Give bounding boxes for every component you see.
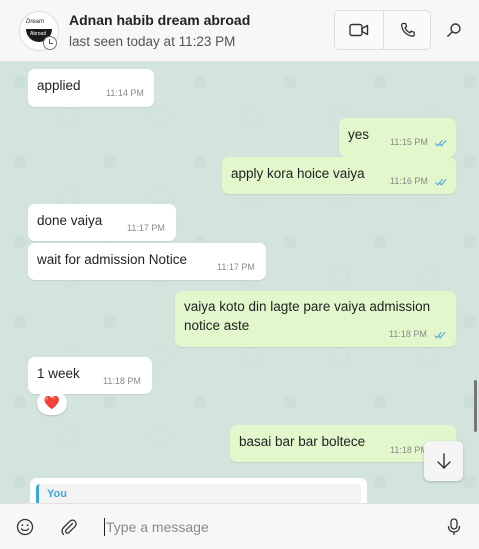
message-bubble-incoming[interactable]: wait for admission Notice 11:17 PM bbox=[28, 243, 266, 280]
avatar-logo-text: Dream bbox=[26, 19, 45, 25]
message-time: 11:17 PM bbox=[217, 262, 255, 272]
message-text: basai bar bar boltece bbox=[239, 434, 366, 449]
message-text: wait for admission Notice bbox=[37, 252, 188, 267]
message-time: 11:14 PM bbox=[106, 88, 144, 98]
search-button[interactable] bbox=[440, 16, 468, 44]
emoji-icon bbox=[16, 518, 34, 536]
message-text: apply kora hoice vaiya bbox=[231, 166, 365, 181]
voice-message-button[interactable] bbox=[441, 514, 467, 540]
message-text: applied bbox=[37, 78, 81, 93]
message-list[interactable]: applied 11:14 PM yes 11:15 PM apply kora… bbox=[0, 62, 479, 503]
message-reaction[interactable]: ❤️ bbox=[37, 391, 67, 415]
video-call-button[interactable] bbox=[335, 11, 383, 49]
heart-reaction-icon: ❤️ bbox=[43, 395, 61, 410]
message-text: 1 week bbox=[37, 366, 80, 381]
chat-scrollbar[interactable] bbox=[474, 380, 477, 432]
quoted-sender: You bbox=[47, 488, 67, 500]
read-receipt-icon bbox=[434, 331, 446, 339]
last-seen-status: last seen today at 11:23 PM bbox=[69, 34, 236, 49]
search-icon bbox=[447, 23, 461, 37]
disappearing-timer-icon bbox=[43, 36, 57, 50]
message-composer bbox=[0, 503, 479, 549]
message-input[interactable] bbox=[104, 516, 426, 538]
read-receipt-icon bbox=[435, 178, 447, 186]
call-buttons bbox=[334, 10, 431, 50]
paperclip-icon bbox=[61, 519, 77, 536]
contact-name[interactable]: Adnan habib dream abroad bbox=[69, 12, 250, 28]
voice-call-icon bbox=[400, 22, 415, 37]
scroll-to-bottom-button[interactable] bbox=[424, 441, 463, 481]
message-bubble-incoming[interactable]: done vaiya 11:17 PM bbox=[28, 204, 176, 241]
video-call-icon bbox=[349, 23, 369, 37]
message-text: yes bbox=[348, 127, 370, 142]
message-bubble-outgoing[interactable]: yes 11:15 PM bbox=[339, 118, 456, 157]
message-time: 11:16 PM bbox=[390, 176, 428, 186]
message-time: 11:18 PM bbox=[103, 376, 141, 386]
emoji-button[interactable] bbox=[12, 514, 38, 540]
message-time: 11:18 PM bbox=[389, 329, 427, 339]
message-time: 11:17 PM bbox=[127, 223, 165, 233]
message-bubble-outgoing[interactable]: vaiya koto din lagte pare vaiya admissio… bbox=[175, 291, 456, 347]
message-time: 11:15 PM bbox=[390, 137, 428, 147]
chat-header: Dream Abroad Adnan habib dream abroad la… bbox=[0, 0, 479, 62]
message-bubble-outgoing[interactable]: basai bar bar boltece 11:18 PM bbox=[230, 425, 456, 462]
microphone-icon bbox=[447, 518, 461, 535]
message-bubble-incoming[interactable]: 1 week 11:18 PM bbox=[28, 357, 152, 394]
message-bubble-incoming[interactable]: applied 11:14 PM bbox=[28, 69, 154, 107]
voice-call-button[interactable] bbox=[384, 11, 432, 49]
chevron-down-icon bbox=[436, 453, 451, 469]
message-bubble-with-quote[interactable]: You bbox=[30, 478, 367, 503]
read-receipt-icon bbox=[435, 139, 447, 147]
quoted-message[interactable]: You bbox=[36, 484, 361, 503]
message-bubble-outgoing[interactable]: apply kora hoice vaiya 11:16 PM bbox=[222, 157, 456, 194]
message-text: done vaiya bbox=[37, 213, 103, 228]
message-time: 11:18 PM bbox=[390, 445, 428, 455]
attach-button[interactable] bbox=[56, 514, 82, 540]
avatar-logo-subtext: Abroad bbox=[30, 31, 47, 37]
